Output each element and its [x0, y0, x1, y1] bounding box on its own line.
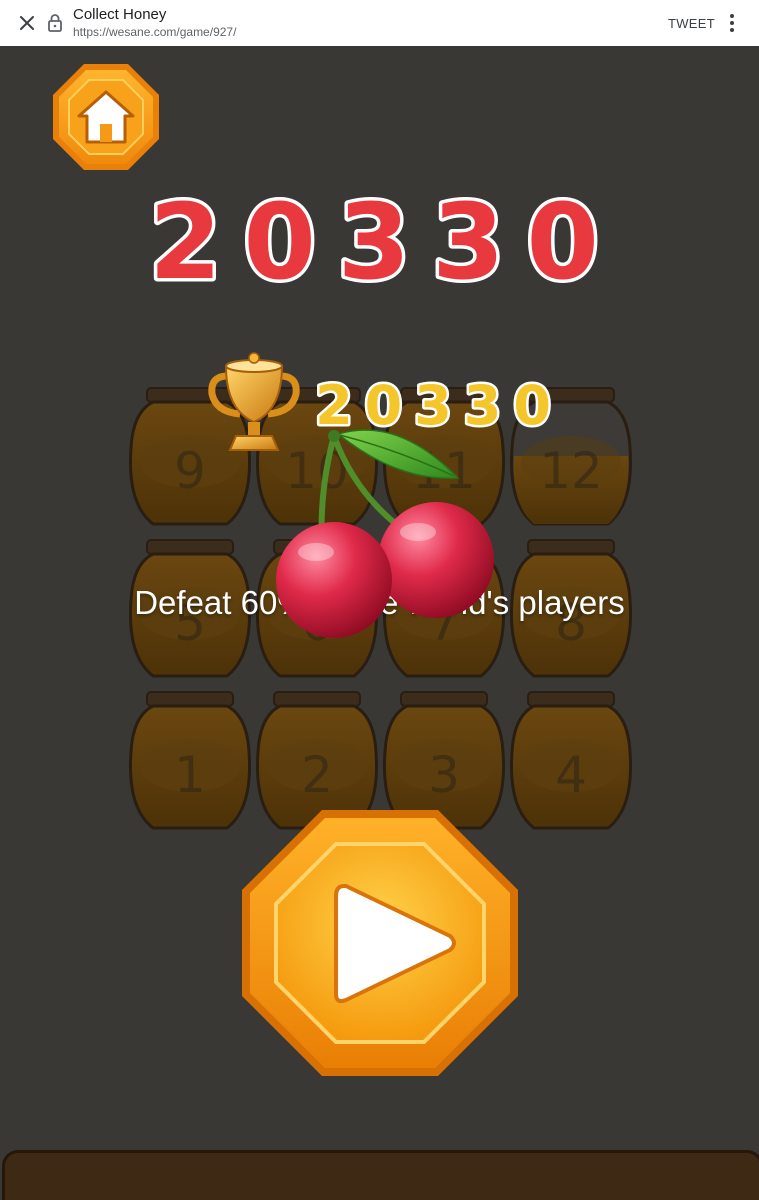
jar-number: 12 [539, 442, 603, 500]
home-button[interactable] [51, 62, 161, 172]
honey-jar[interactable]: 1 [127, 690, 253, 832]
cherry-icon [276, 429, 494, 638]
jar-number: 3 [428, 746, 460, 804]
play-button[interactable] [240, 808, 520, 1078]
jar-number: 1 [174, 746, 206, 804]
jar-number: 2 [301, 746, 333, 804]
score-display: 20330 [146, 178, 621, 298]
page-title: Collect Honey [73, 6, 167, 23]
game-canvas[interactable]: 9 10 11 12 5 6 7 8 [0, 46, 759, 1200]
honey-jar[interactable]: 4 [508, 690, 634, 832]
browser-toolbar: Collect Honey https://wesane.com/game/92… [0, 0, 759, 47]
jar-number: 4 [555, 746, 587, 804]
tweet-button[interactable]: TWEET [668, 16, 715, 31]
lock-icon [48, 14, 62, 32]
more-vert-icon[interactable] [724, 12, 740, 34]
close-icon[interactable] [16, 12, 38, 34]
bottom-panel [2, 1150, 759, 1200]
page-url: https://wesane.com/game/927/ [73, 25, 237, 39]
score-value: 20330 [149, 181, 621, 298]
